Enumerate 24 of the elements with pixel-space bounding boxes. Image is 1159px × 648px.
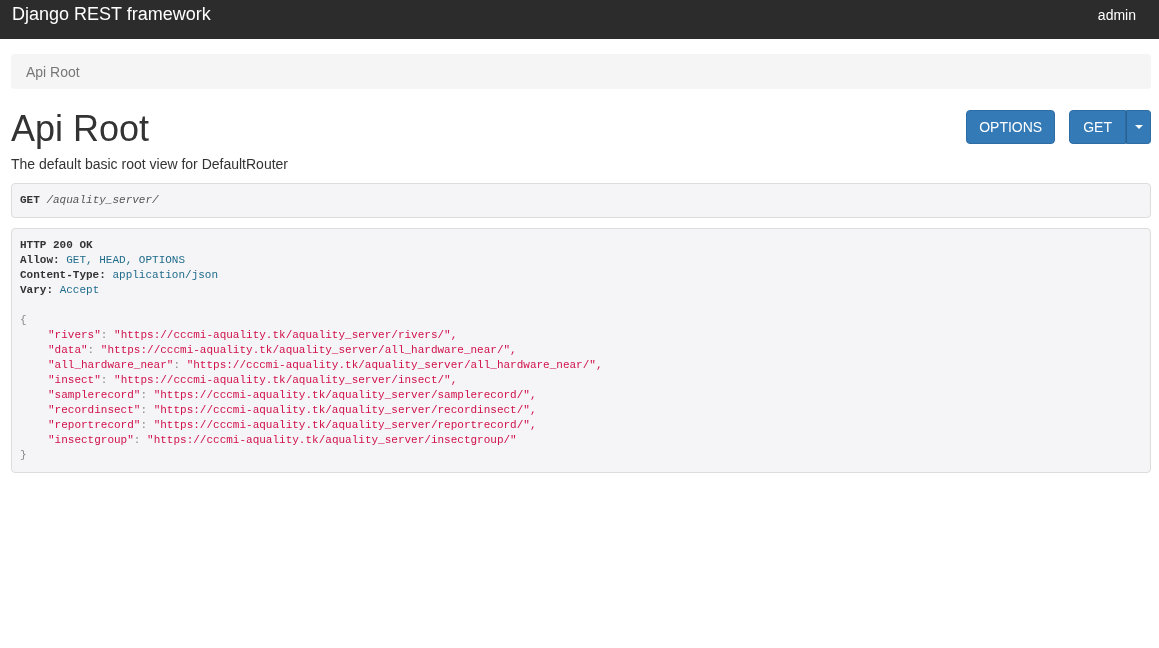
json-line: "rivers": "https://cccmi-aquality.tk/aquality_server/rivers/", [47,328,459,343]
json-line: "recordinsect": "https://cccmi-aquality.tk/aquality_server/recordinsect/", [47,403,538,418]
header-line: Vary: Accept [20,283,101,298]
page-title: Api Root [11,109,150,149]
json-line: "insect": "https://cccmi-aquality.tk/aquality_server/insect/", [47,373,459,388]
breadcrumb-item[interactable]: Api Root [26,63,80,80]
json-line: "reportrecord": "https://cccmi-aquality.tk/aquality_server/reportrecord/", [47,418,538,433]
user-menu[interactable]: admin [1097,6,1136,23]
json-brace: { [20,313,28,328]
request-info: GET /aquality_server/ [11,183,1151,218]
status-line: HTTP 200 OK [20,238,94,253]
header-line: Allow: GET, HEAD, OPTIONS [20,253,187,268]
page-description: The default basic root view for DefaultRouter [11,156,290,172]
json-line: "all_hardware_near": "https://cccmi-aquality.tk/aquality_server/all_hardware_near/", [47,358,604,373]
brand-link[interactable]: Django REST framework [12,4,211,25]
options-button[interactable]: OPTIONS [966,110,1056,144]
json-brace: } [20,448,28,463]
json-line: "insectgroup": "https://cccmi-aquality.tk/aquality_server/insectgroup/" [47,433,518,448]
caret-icon [1134,125,1143,129]
json-line: "samplerecord": "https://cccmi-aquality.tk/aquality_server/samplerecord/", [47,388,538,403]
dropdown-toggle[interactable] [1126,110,1151,144]
header-line: Content-Type: application/json [20,268,220,283]
json-line: "data": "https://cccmi-aquality.tk/aquality_server/all_hardware_near/", [47,343,518,358]
get-button[interactable]: GET [1069,110,1126,144]
